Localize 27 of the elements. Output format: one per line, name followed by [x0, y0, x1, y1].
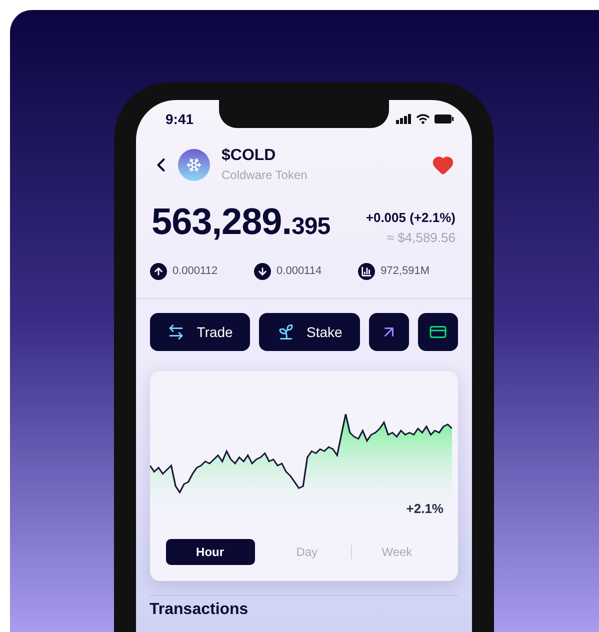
action-button[interactable]: Stake: [259, 313, 360, 351]
fiat-value: ≈ $4,589.56: [386, 228, 456, 246]
action-button[interactable]: Trade: [150, 313, 250, 351]
icon-button[interactable]: [418, 313, 458, 351]
section-title: Transactions: [150, 601, 248, 618]
wifi-icon: [416, 114, 430, 124]
period-tab[interactable]: Hour: [166, 539, 255, 565]
signal-icon: [396, 114, 412, 124]
token-logo: [178, 149, 210, 181]
transfer-icon: [166, 323, 185, 341]
token-name: Coldware Token: [222, 167, 308, 184]
card-icon: [428, 323, 447, 341]
status-time: 9:41: [166, 110, 194, 128]
stat-value: 972,591M: [380, 264, 430, 280]
token-symbol: $COLD: [222, 146, 277, 166]
stat-value: 0.000112: [172, 264, 218, 280]
icon-button[interactable]: [368, 313, 409, 351]
chart-change-label: +2.1%: [406, 500, 444, 518]
heart-button[interactable]: [432, 154, 454, 176]
arrow-up-icon: [150, 263, 166, 280]
battery-icon: [434, 114, 454, 124]
sprout-icon: [276, 323, 295, 341]
price-value: 563,289.395: [152, 202, 330, 244]
price-change: +0.005 (+2.1%): [366, 209, 456, 227]
stat-value: 0.000114: [276, 264, 322, 280]
bar-chart-icon: [358, 263, 375, 280]
arrow-down-icon: [254, 263, 271, 280]
